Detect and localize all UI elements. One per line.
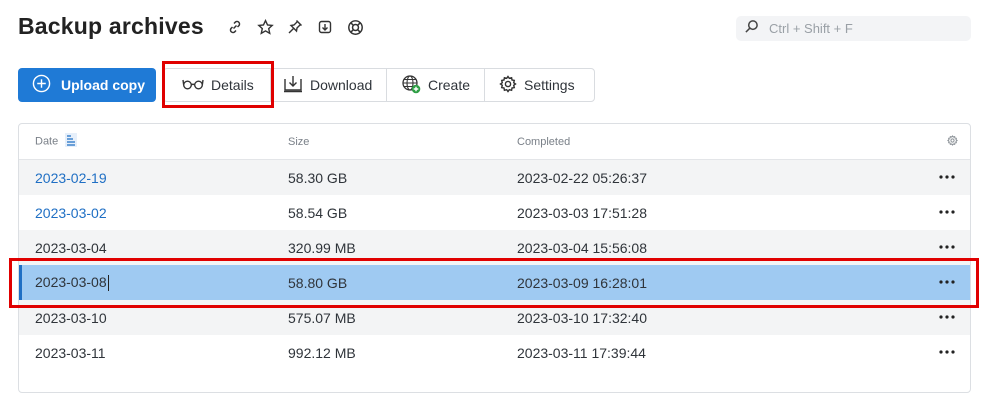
create-label: Create: [428, 77, 471, 93]
row-size: 58.30 GB: [288, 169, 348, 186]
search-input[interactable]: [767, 20, 957, 37]
page-title: Backup archives: [18, 13, 204, 39]
row-date: 2023-03-04: [35, 239, 107, 256]
row-completed: 2023-02-22 05:26:37: [517, 169, 647, 186]
table-row[interactable]: 2023-03-04 320.99 MB 2023-03-04 15:56:08: [19, 230, 970, 265]
more-options-icon[interactable]: [938, 204, 956, 220]
column-settings-gear-icon[interactable]: [947, 135, 958, 149]
upload-copy-button[interactable]: Upload copy: [18, 68, 156, 102]
globe-add-icon: [401, 74, 421, 97]
link-icon[interactable]: [226, 18, 244, 36]
row-completed: 2023-03-03 17:51:28: [517, 204, 647, 221]
settings-button[interactable]: Settings: [485, 69, 593, 101]
glasses-icon: [182, 77, 204, 94]
row-date: 2023-03-08: [35, 273, 109, 292]
table-row[interactable]: 2023-03-11 992.12 MB 2023-03-11 17:39:44: [19, 335, 970, 370]
table-row[interactable]: 2023-03-10 575.07 MB 2023-03-10 17:32:40: [19, 300, 970, 335]
row-completed: 2023-03-09 16:28:01: [517, 274, 647, 291]
more-options-icon[interactable]: [938, 274, 956, 290]
text-cursor: [107, 275, 109, 292]
create-button[interactable]: Create: [387, 69, 485, 101]
pin-icon[interactable]: [286, 18, 304, 36]
download-icon: [283, 75, 303, 96]
row-date: 2023-03-10: [35, 309, 107, 326]
row-completed: 2023-03-10 17:32:40: [517, 309, 647, 326]
search-icon: [744, 19, 759, 39]
table-row[interactable]: 2023-02-19 58.30 GB 2023-02-22 05:26:37: [19, 160, 970, 195]
row-size: 58.80 GB: [288, 274, 348, 291]
details-button[interactable]: Details: [164, 69, 271, 101]
download-button[interactable]: Download: [271, 69, 387, 101]
row-completed: 2023-03-11 17:39:44: [517, 344, 646, 361]
help-lifebuoy-icon[interactable]: [346, 18, 364, 36]
title-actions: [226, 18, 364, 36]
more-options-icon[interactable]: [938, 239, 956, 255]
gear-icon: [499, 74, 517, 96]
table-row-selected[interactable]: 2023-03-08 58.80 GB 2023-03-09 16:28:01: [19, 265, 970, 300]
column-header-size[interactable]: Size: [288, 136, 309, 148]
star-icon[interactable]: [256, 18, 274, 36]
upload-copy-label: Upload copy: [61, 77, 146, 93]
download-label: Download: [310, 77, 373, 93]
column-header-date[interactable]: Date: [35, 133, 78, 150]
more-options-icon[interactable]: [938, 169, 956, 185]
row-date: 2023-03-11: [35, 344, 106, 361]
export-icon[interactable]: [316, 18, 334, 36]
action-toolbar: Details Download Create Settings: [163, 68, 595, 102]
row-size: 992.12 MB: [288, 344, 356, 361]
row-date-link[interactable]: 2023-03-02: [35, 205, 107, 221]
plus-circle-icon: [32, 74, 51, 96]
row-size: 575.07 MB: [288, 309, 356, 326]
more-options-icon[interactable]: [938, 344, 956, 360]
column-header-completed[interactable]: Completed: [517, 136, 570, 148]
search-box[interactable]: [736, 16, 971, 41]
row-date-link[interactable]: 2023-02-19: [35, 170, 107, 186]
table-body: 2023-02-19 58.30 GB 2023-02-22 05:26:37 …: [19, 160, 970, 370]
more-options-icon[interactable]: [938, 309, 956, 325]
table-header: Date Size Completed: [19, 124, 970, 160]
row-size: 320.99 MB: [288, 239, 356, 256]
sort-ascending-icon[interactable]: [65, 133, 78, 150]
table-row[interactable]: 2023-03-02 58.54 GB 2023-03-03 17:51:28: [19, 195, 970, 230]
backup-table: Date Size Completed 2023-02-19 58.30 GB …: [18, 123, 971, 393]
settings-label: Settings: [524, 77, 575, 93]
details-label: Details: [211, 77, 254, 93]
row-size: 58.54 GB: [288, 204, 348, 221]
row-completed: 2023-03-04 15:56:08: [517, 239, 647, 256]
